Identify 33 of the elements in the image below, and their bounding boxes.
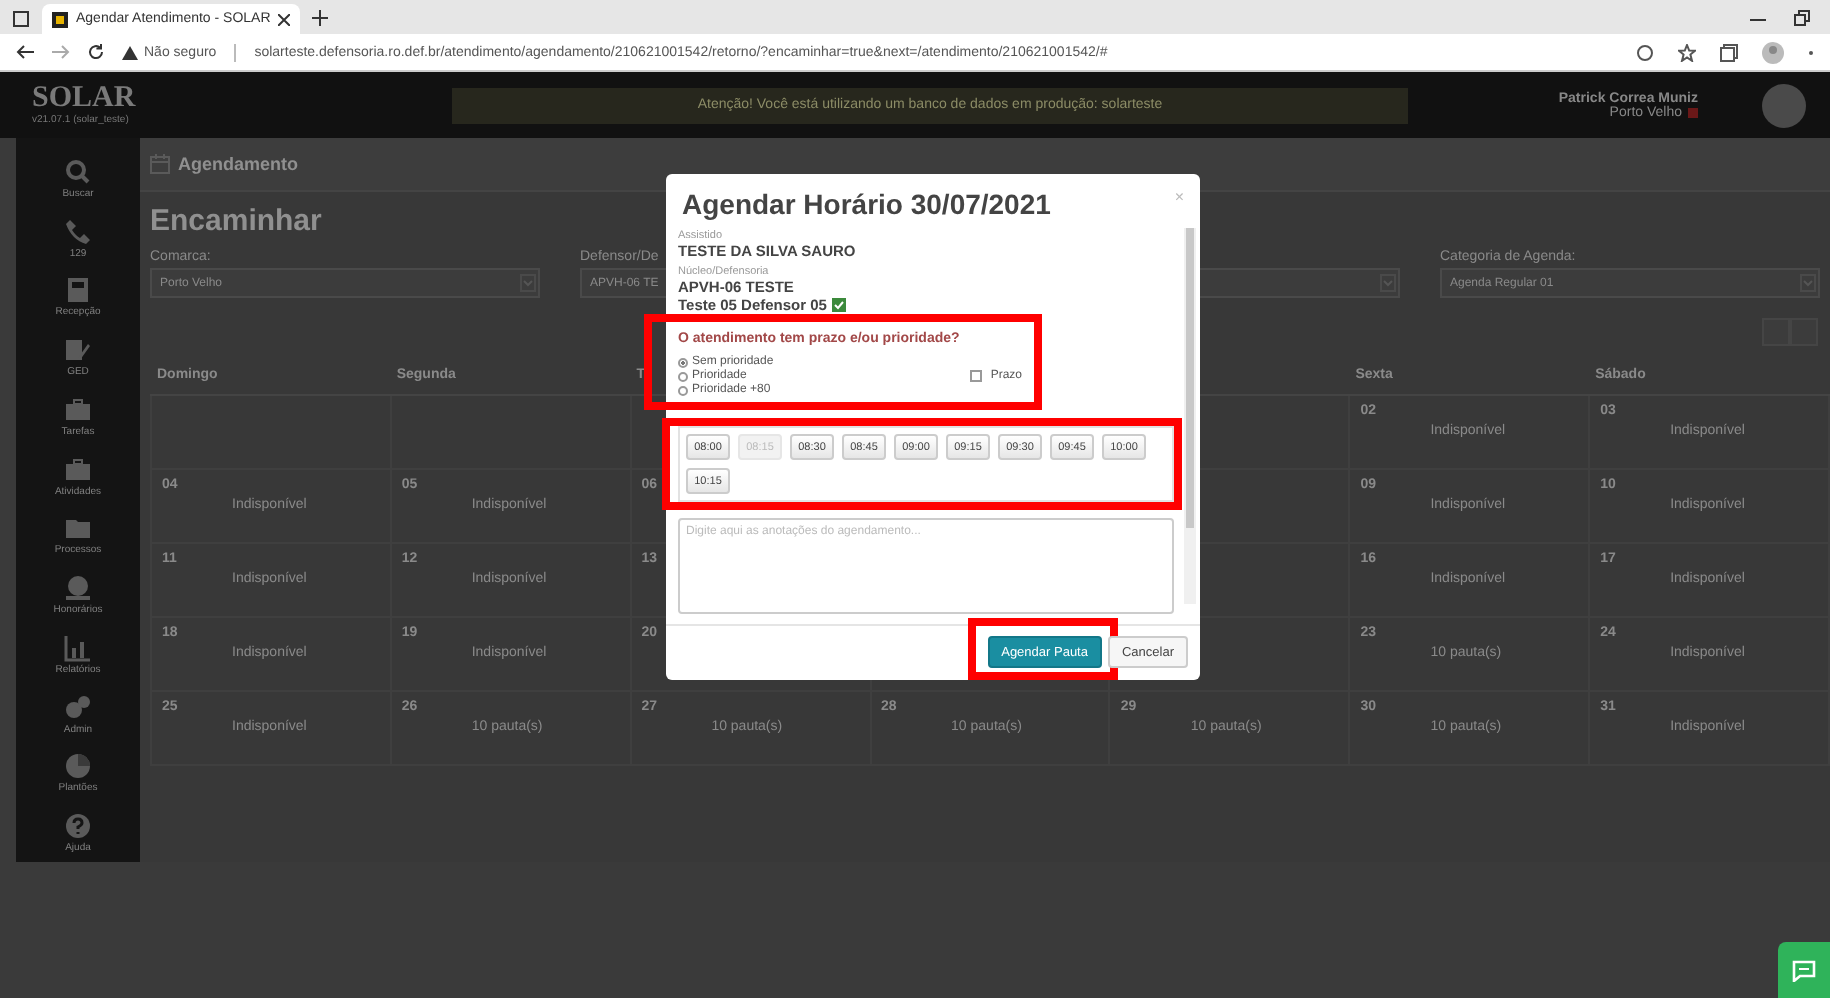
back-icon[interactable] [16, 44, 34, 60]
collections-icon[interactable] [1720, 43, 1738, 61]
section-title: Agendamento [178, 154, 299, 174]
pie-chart-icon [64, 752, 92, 781]
chat-icon[interactable] [1792, 959, 1816, 981]
briefcase-icon [64, 455, 92, 484]
favicon-icon [52, 11, 68, 27]
profile-icon[interactable] [1762, 41, 1784, 63]
scrollbar[interactable] [1184, 228, 1196, 604]
briefcase-icon [64, 395, 92, 424]
document-edit-icon [64, 336, 92, 365]
id-card-icon [64, 276, 92, 305]
warning-icon [122, 45, 138, 59]
dropdown-icon [520, 274, 536, 292]
phone-icon [64, 217, 92, 246]
calendar-icon [150, 154, 170, 174]
page-title: Encaminhar [150, 204, 322, 238]
reload-icon[interactable] [88, 44, 104, 60]
window-icon[interactable] [12, 10, 30, 28]
dropdown-icon [1800, 274, 1816, 292]
chat-button[interactable] [1778, 942, 1830, 998]
star-icon[interactable] [1678, 43, 1696, 61]
restore-icon[interactable] [1794, 10, 1810, 26]
help-icon [64, 812, 92, 841]
modal-title: Agendar Horário 30/07/2021 [682, 188, 1051, 220]
close-icon[interactable] [278, 13, 291, 25]
search-icon [64, 157, 92, 186]
checkmark-icon [832, 298, 847, 312]
chart-icon [64, 633, 92, 662]
new-tab-icon[interactable] [312, 10, 329, 26]
app-logo[interactable]: SOLAR [32, 84, 136, 114]
folder-icon [64, 514, 92, 543]
divider-line [234, 43, 237, 61]
